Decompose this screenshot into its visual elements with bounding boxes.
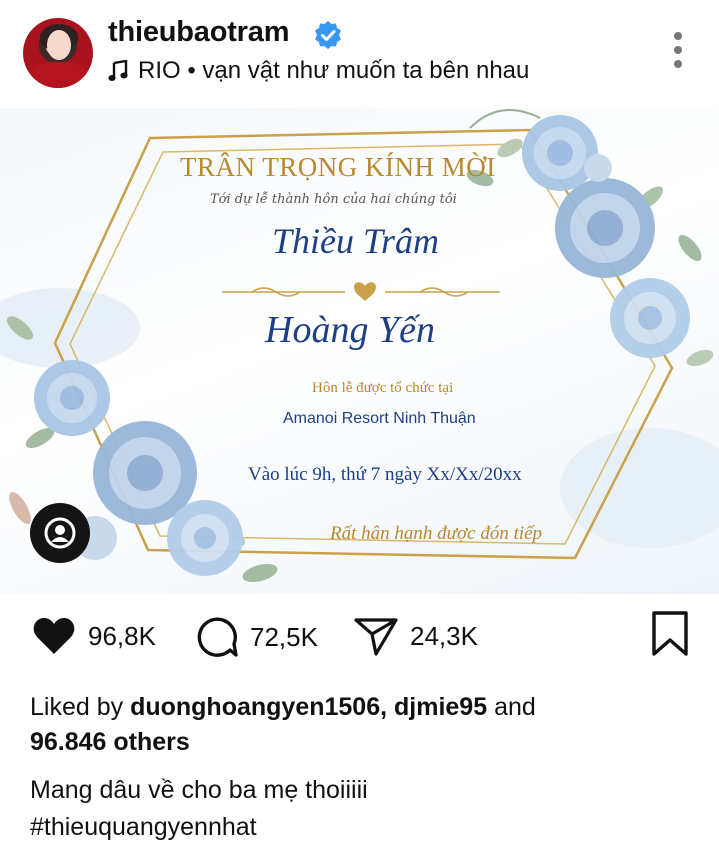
comment-button[interactable]: 72,5K (194, 616, 318, 658)
invitation-held-at: Hôn lễ được tổ chức tại (312, 380, 454, 396)
caption-text: Mang dâu về cho ba mẹ thoiiiii (30, 776, 368, 804)
invitation-venue: Amanoi Resort Ninh Thuận (283, 410, 476, 427)
verified-badge-icon (315, 21, 341, 49)
liked-by-user-2[interactable]: djmie95 (394, 693, 487, 721)
like-button[interactable]: 96,8K (32, 616, 156, 656)
liked-by-others[interactable]: 96.846 others (30, 728, 190, 756)
invitation-time: Vào lúc 9h, thứ 7 ngày Xx/Xx/20xx (248, 464, 522, 485)
invitation-subtitle: Tới dự lễ thành hôn của hai chúng tôi (210, 192, 457, 207)
invitation-name-2: Hoàng Yến (265, 309, 435, 351)
music-text: RIO • vạn vật như muốn ta bên nhau (138, 57, 530, 84)
share-count: 24,3K (410, 620, 478, 651)
invitation-welcome: Rất hân hạnh được đón tiếp (330, 523, 543, 544)
liked-by-and: and (494, 693, 536, 721)
like-count: 96,8K (88, 620, 156, 651)
username[interactable]: thieubaotram (108, 16, 289, 49)
more-options-icon[interactable] (668, 32, 688, 72)
liked-by: Liked by duonghoangyen1506, djmie95 and … (30, 690, 690, 760)
post-actions: 96,8K 72,5K 24,3K (0, 594, 719, 680)
music-note-icon (108, 60, 128, 81)
music-label[interactable]: RIO • vạn vật như muốn ta bên nhau (108, 57, 529, 85)
heart-icon (33, 618, 75, 654)
user-tag-icon[interactable] (30, 503, 90, 563)
invitation-title: TRÂN TRỌNG KÍNH MỜI (180, 152, 496, 182)
liked-by-user-1[interactable]: duonghoangyen1506, (130, 693, 387, 721)
share-icon (354, 618, 398, 656)
liked-by-prefix: Liked by (30, 693, 124, 721)
comment-count: 72,5K (250, 621, 318, 652)
post-caption: Mang dâu về cho ba mẹ thoiiiii #thieuqua… (30, 772, 690, 846)
invitation-name-1: Thiều Trâm (272, 221, 440, 261)
share-button[interactable]: 24,3K (354, 616, 478, 656)
caption-hashtag[interactable]: #thieuquangyennhat (30, 809, 690, 846)
post-header: thieubaotram RIO • vạn vật như muốn ta b… (0, 0, 719, 108)
avatar[interactable] (23, 18, 93, 88)
comment-icon (197, 617, 238, 657)
bookmark-icon[interactable] (650, 610, 690, 658)
post-image[interactable]: TRÂN TRỌNG KÍNH MỜI Tới dự lễ thành hôn … (0, 108, 719, 594)
